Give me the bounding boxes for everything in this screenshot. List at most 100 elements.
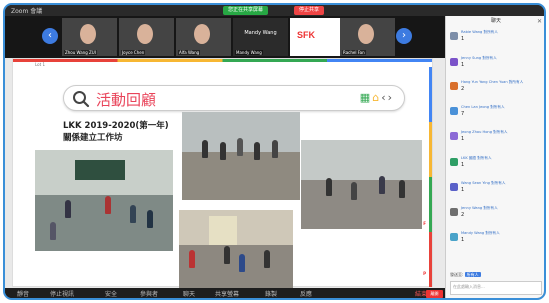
send-to-row: 發送至: 所有人: [450, 272, 481, 278]
participants-button[interactable]: 參與者: [140, 289, 158, 298]
mute-button[interactable]: 靜音: [17, 289, 29, 298]
close-icon[interactable]: ✕: [537, 16, 542, 27]
participant-name: Alfa Wang: [178, 50, 201, 55]
slide-nav-icons: ▦⌂‹›: [360, 91, 394, 104]
participant-name: Zhou Wang ZUI: [64, 50, 97, 55]
chat-text: 1: [461, 36, 465, 42]
chat-sender: Hang Yun Yang Chen Yuan 對所有人: [461, 80, 524, 84]
avatar: [450, 208, 458, 216]
chat-message: Chen Lan Jeong 對所有人 7: [450, 105, 544, 122]
chat-text: 1: [461, 162, 465, 168]
slide-title: 活動回顧: [96, 91, 157, 109]
color-stripe-right: [429, 67, 432, 287]
chat-sender: Wang Sean Ying 對所有人: [461, 181, 506, 185]
stop-video-button[interactable]: 停止視訊: [50, 289, 74, 298]
chat-message: LKK 國語 對所有人 1: [450, 156, 544, 173]
classroom-photo: [35, 150, 173, 251]
title-bar: Zoom 會議 您正在共享屏幕 停止共享: [5, 5, 544, 16]
next-page-button[interactable]: ›: [396, 28, 412, 44]
chat-message: Jeong Zhou Hong 對所有人 1: [450, 130, 544, 147]
chat-message: Jenny Wang 對所有人 2: [450, 206, 544, 223]
reactions-button[interactable]: 反應: [300, 289, 312, 298]
slide-mark: F: [423, 221, 426, 226]
chat-sender: Mandy Wang 對所有人: [461, 231, 500, 235]
classroom-photo: [182, 112, 300, 200]
leave-button[interactable]: 離開: [426, 290, 443, 298]
send-to-label: 發送至:: [450, 272, 464, 277]
chat-panel: 聊天 ✕ Rabie Wang 對所有人 1 Jenny Sung 對所有人 1…: [426, 16, 544, 298]
chat-header: 聊天: [490, 18, 501, 24]
chat-text: 1: [461, 136, 465, 142]
avatar: [450, 233, 458, 241]
video-tile[interactable]: Rachel Fan: [340, 18, 395, 56]
chat-sender: LKK 國語 對所有人: [461, 156, 492, 160]
chat-message: Jenny Sung 對所有人 1: [450, 56, 544, 73]
record-button[interactable]: 錄製: [265, 289, 277, 298]
chat-sender: Jenny Sung 對所有人: [461, 56, 497, 60]
slide-tag: Lot 1: [35, 62, 45, 67]
chevron-left-icon: ‹: [48, 30, 52, 41]
participant-name: Mandy Wang: [235, 50, 263, 55]
avatar: [450, 82, 458, 90]
home-icon: ⌂: [372, 91, 382, 104]
zoom-window: Zoom 會議 您正在共享屏幕 停止共享 ‹ Zhou Wang ZUI Joy…: [3, 3, 546, 300]
video-tile[interactable]: SFK: [290, 18, 345, 56]
avatar: [450, 58, 458, 66]
chat-message: Hang Yun Yang Chen Yuan 對所有人 2: [450, 80, 544, 97]
chat-text: 1: [461, 237, 465, 243]
chat-text: 2: [461, 212, 465, 218]
avatar: [450, 158, 458, 166]
video-tile[interactable]: Mandy Wang Mandy Wang: [233, 18, 288, 56]
recipient-select[interactable]: 所有人: [464, 272, 481, 277]
chat-sender: Jenny Wang 對所有人: [461, 206, 498, 210]
participant-video: [80, 24, 96, 44]
video-tile[interactable]: Joyce Chen: [119, 18, 174, 56]
chat-text: 1: [461, 187, 465, 193]
participant-name: Joyce Chen: [121, 50, 146, 55]
stop-share-button[interactable]: 停止共享: [294, 6, 325, 15]
video-strip: ‹ Zhou Wang ZUI Joyce Chen Alfa Wang Man…: [5, 16, 445, 58]
color-stripe-top: [13, 59, 432, 62]
chat-sender: Jeong Zhou Hong 對所有人: [461, 130, 508, 134]
slide-caption: LKK 2019-2020(第一年) 關係建立工作坊: [63, 120, 169, 144]
calendar-icon: ▦: [359, 91, 373, 104]
presentation-slide: Lot 1 活動回顧 ▦⌂‹› LKK 2019-2020(第一年) 關係建立工…: [12, 58, 433, 288]
video-tile[interactable]: Alfa Wang: [176, 18, 231, 56]
participant-video: [194, 24, 210, 44]
sfk-logo: SFK: [297, 30, 315, 40]
chat-sender: Rabie Wang 對所有人: [461, 30, 498, 34]
chat-button[interactable]: 聊天: [183, 289, 195, 298]
participant-video: [358, 24, 374, 44]
slide-title-bar: 活動回顧 ▦⌂‹›: [63, 85, 405, 111]
share-screen-button[interactable]: 共享螢幕: [215, 289, 239, 298]
chat-message: Wang Sean Ying 對所有人 1: [450, 181, 544, 198]
search-icon: [73, 91, 90, 108]
caption-line: LKK 2019-2020(第一年): [63, 121, 169, 131]
slide-mark: P: [423, 271, 426, 276]
participant-name-large: Mandy Wang: [244, 30, 277, 36]
avatar: [450, 107, 458, 115]
avatar: [450, 32, 458, 40]
chat-input[interactable]: 在此處輸入消息...: [450, 281, 542, 295]
chat-message: Rabie Wang 對所有人 1: [450, 30, 544, 47]
sharing-indicator: 您正在共享屏幕: [223, 6, 269, 15]
caption-line: 關係建立工作坊: [63, 133, 123, 143]
video-tile[interactable]: Zhou Wang ZUI: [62, 18, 117, 56]
chevron-right-icon: ›: [402, 30, 406, 41]
chat-text: 1: [461, 62, 465, 68]
classroom-photo: [179, 210, 293, 288]
security-button[interactable]: 安全: [105, 289, 117, 298]
participant-name: Rachel Fan: [342, 50, 366, 55]
chat-text: 7: [461, 111, 465, 117]
chevron-right-icon: ›: [387, 91, 394, 104]
prev-page-button[interactable]: ‹: [42, 28, 58, 44]
chat-message: Mandy Wang 對所有人 1: [450, 231, 544, 248]
classroom-photo: [301, 140, 422, 229]
avatar: [450, 132, 458, 140]
avatar: [450, 183, 458, 191]
app-title: Zoom 會議: [11, 8, 43, 15]
chat-text: 2: [461, 86, 465, 92]
shared-screen: Lot 1 活動回顧 ▦⌂‹› LKK 2019-2020(第一年) 關係建立工…: [5, 58, 445, 288]
meeting-toolbar: 靜音 停止視訊 安全 參與者 聊天 共享螢幕 錄製 反應 結束: [5, 288, 445, 298]
participant-video: [137, 24, 153, 44]
